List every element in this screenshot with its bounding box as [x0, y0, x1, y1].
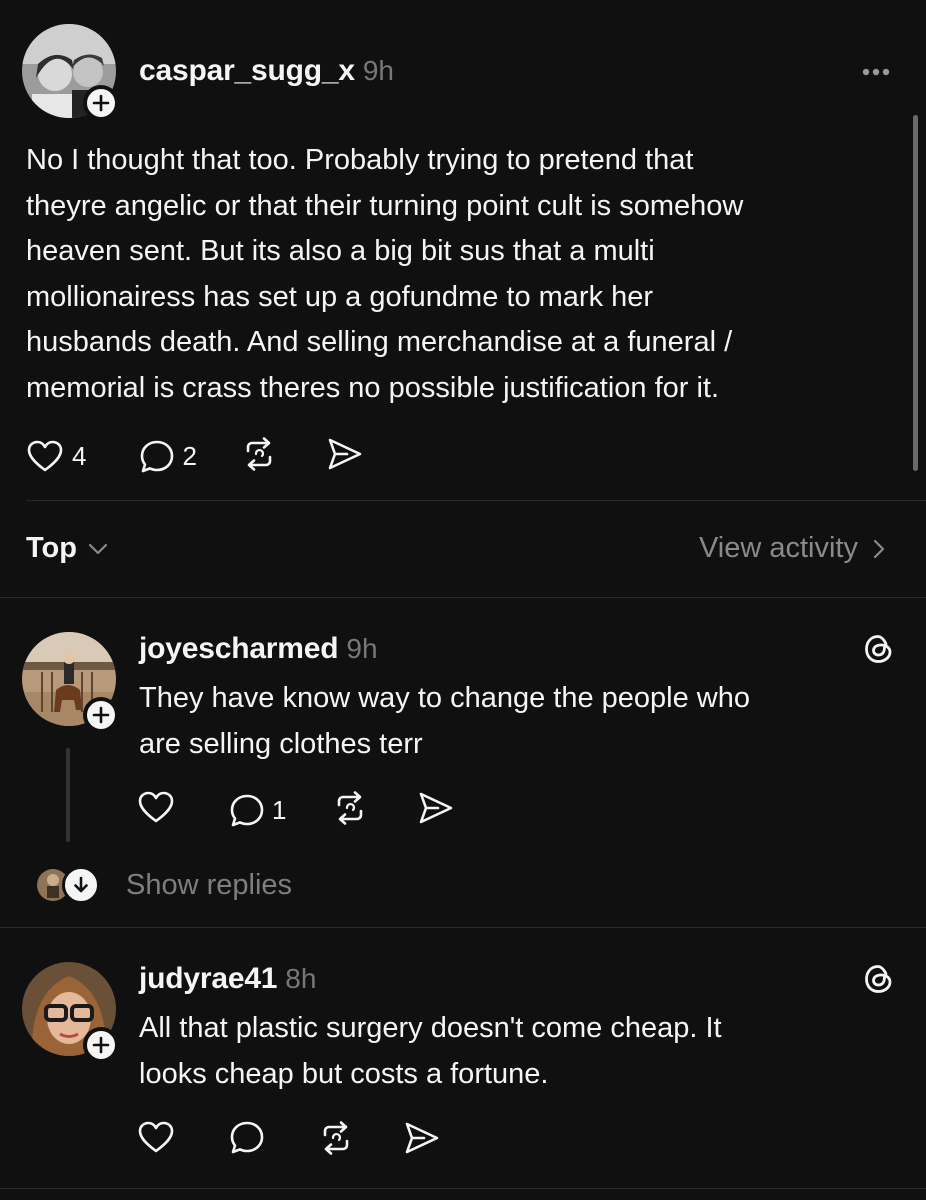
- expand-badge: [62, 866, 100, 904]
- like-button[interactable]: [137, 1119, 175, 1162]
- divider: [0, 597, 926, 598]
- comment-bubble-icon: [230, 794, 264, 826]
- post-username[interactable]: caspar_sugg_x: [139, 54, 355, 88]
- plus-icon: [92, 94, 110, 112]
- view-activity-link[interactable]: View activity: [699, 532, 890, 565]
- reply-time: 8h: [285, 963, 317, 994]
- post-text-line: heaven sent. But its also a big bit sus …: [26, 235, 655, 267]
- reply-body: They have know way to change the people …: [139, 676, 899, 767]
- reply-username[interactable]: joyescharmed: [139, 632, 339, 666]
- plus-icon: [92, 1036, 110, 1054]
- follow-button[interactable]: [83, 85, 119, 121]
- post-text-line: husbands death. And selling merchandise …: [26, 326, 733, 358]
- repost-icon: [338, 791, 363, 825]
- comment-count: 2: [182, 441, 197, 471]
- heart-icon: [138, 1121, 174, 1153]
- post-text-line: No I thought that too. Probably trying t…: [26, 144, 694, 176]
- more-horizontal-icon: [862, 68, 890, 76]
- heart-icon: [138, 791, 174, 823]
- divider: [0, 1188, 926, 1189]
- comment-button[interactable]: 2: [138, 438, 197, 476]
- comment-count: 1: [272, 795, 287, 825]
- repost-button[interactable]: [330, 788, 370, 833]
- send-icon: [405, 1122, 439, 1154]
- show-replies-label: Show replies: [126, 868, 293, 901]
- reply-time: 9h: [346, 633, 378, 664]
- like-button[interactable]: [137, 789, 175, 832]
- threads-logo-button[interactable]: [862, 632, 896, 671]
- post-header: caspar_sugg_x 9h: [139, 54, 394, 88]
- reply-text-line: All that plastic surgery doesn't come ch…: [139, 1012, 722, 1044]
- reply-text-line: looks cheap but costs a fortune.: [139, 1057, 549, 1090]
- view-activity-label: View activity: [698, 532, 858, 564]
- post-body: No I thought that too. Probably trying t…: [26, 138, 906, 411]
- sort-label: Top: [26, 532, 77, 564]
- repost-icon: [323, 1121, 349, 1155]
- reply-username[interactable]: judyrae41: [139, 962, 277, 996]
- comment-bubble-icon: [141, 440, 174, 472]
- thread-page: caspar_sugg_x 9h No I thought that too. …: [0, 0, 926, 1200]
- repost-button[interactable]: [239, 434, 279, 479]
- comment-button[interactable]: [228, 1119, 266, 1162]
- share-button[interactable]: [416, 788, 456, 833]
- chevron-down-icon: [88, 543, 108, 554]
- divider: [26, 500, 926, 501]
- post-time: 9h: [362, 55, 395, 86]
- send-icon: [420, 792, 453, 824]
- plus-icon: [92, 706, 110, 724]
- follow-button[interactable]: [83, 1027, 119, 1063]
- send-icon: [328, 438, 362, 470]
- sort-dropdown[interactable]: Top: [26, 532, 111, 565]
- post-text-line: mollionairess has set up a gofundme to m…: [26, 280, 654, 313]
- like-button[interactable]: 4: [26, 438, 86, 476]
- thread-line: [66, 748, 70, 842]
- post-actions: 4 2: [26, 434, 365, 479]
- comment-bubble-icon: [230, 1121, 264, 1154]
- reply-header: judyrae41 8h: [139, 962, 316, 996]
- chevron-right-icon: [873, 539, 885, 558]
- like-count: 4: [72, 441, 87, 471]
- show-replies-button[interactable]: Show replies: [36, 866, 292, 904]
- reply-text-line: They have know way to change the people …: [139, 682, 751, 714]
- comment-button[interactable]: 1: [228, 792, 286, 830]
- share-button[interactable]: [402, 1118, 442, 1163]
- repost-icon: [246, 437, 272, 471]
- divider: [0, 927, 926, 928]
- threads-logo-button[interactable]: [862, 962, 896, 1001]
- threads-logo-icon: [865, 965, 892, 993]
- reply-body: All that plastic surgery doesn't come ch…: [139, 1006, 899, 1097]
- follow-button[interactable]: [83, 697, 119, 733]
- scrollbar[interactable]: [913, 115, 918, 471]
- reply-header: joyescharmed 9h: [139, 632, 378, 666]
- share-button[interactable]: [325, 434, 365, 479]
- reply-actions: [137, 1118, 442, 1163]
- arrow-down-icon: [74, 876, 88, 893]
- heart-icon: [27, 440, 63, 471]
- post-text-line: theyre angelic or that their turning poi…: [26, 189, 744, 222]
- post-text-line: memorial is crass theres no possible jus…: [26, 371, 720, 404]
- reply-actions: 1: [137, 788, 456, 833]
- reply-avatars: [36, 866, 102, 904]
- repost-button[interactable]: [316, 1118, 356, 1163]
- threads-logo-icon: [865, 635, 892, 663]
- more-options-button[interactable]: [858, 60, 894, 84]
- reply-text-line: are selling clothes terr: [139, 727, 423, 760]
